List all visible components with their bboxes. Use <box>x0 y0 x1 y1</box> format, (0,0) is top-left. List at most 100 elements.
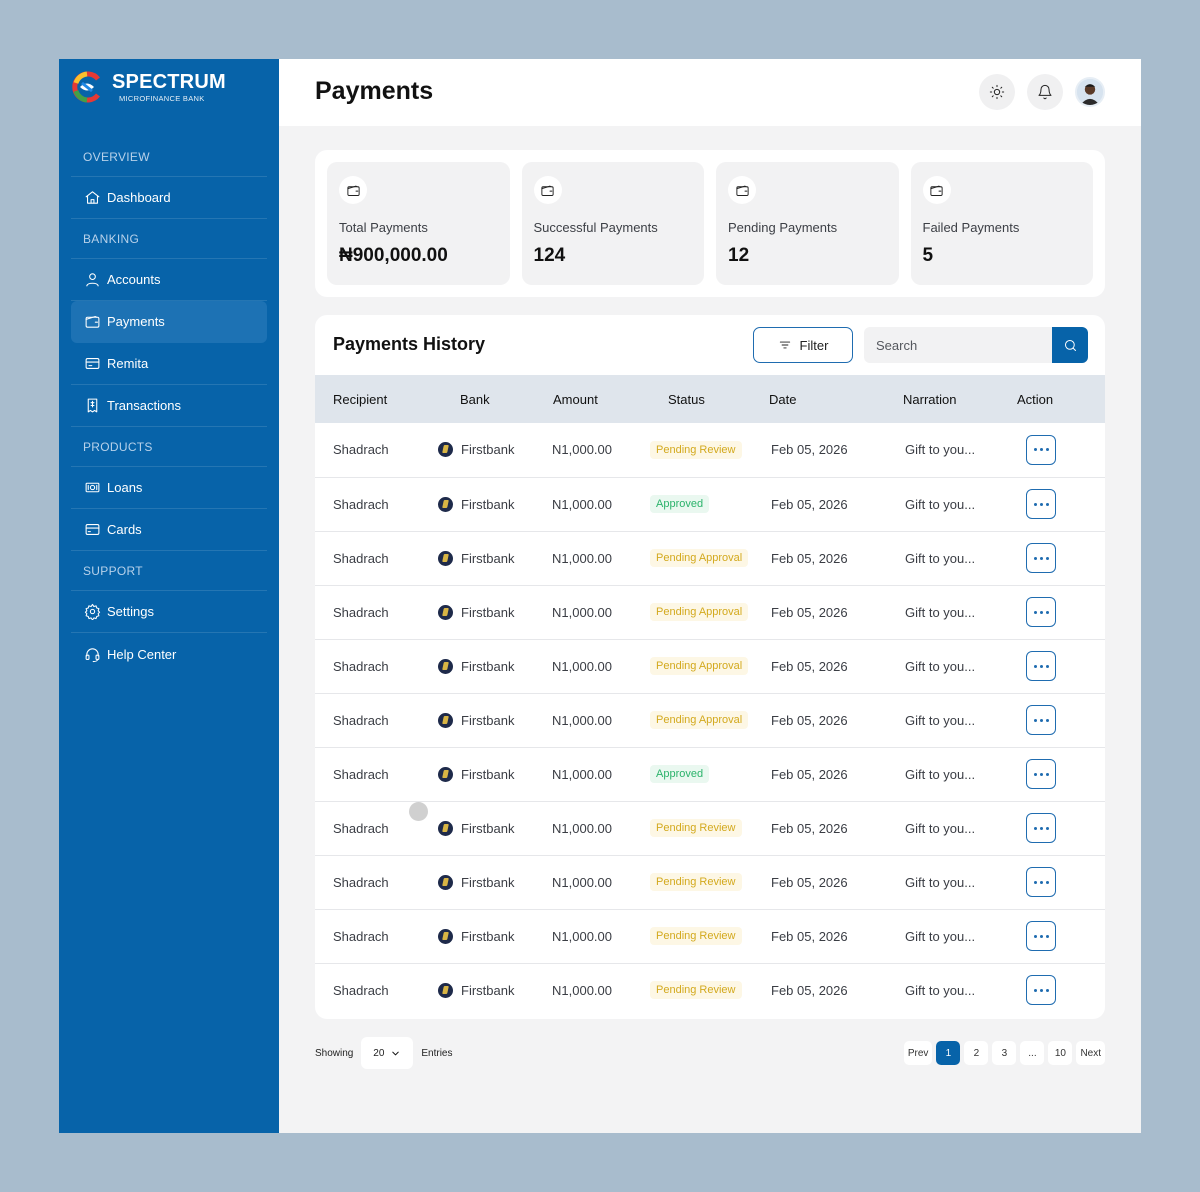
amount-cell: N1,000.00 <box>552 496 612 512</box>
action-cell <box>1013 639 1105 693</box>
notifications-button[interactable] <box>1027 74 1063 110</box>
nav-section-title: PRODUCTS <box>71 427 267 467</box>
sidebar-item-payments[interactable]: Payments <box>71 301 267 343</box>
recipient-cell: Shadrach <box>333 928 389 944</box>
firstbank-logo-icon <box>438 928 453 944</box>
stat-card-failed-payments: Failed Payments 5 <box>910 162 1093 285</box>
row-actions-button[interactable] <box>1026 813 1056 843</box>
table-row[interactable]: Shadrach Firstbank N1,000.00 Approved Fe… <box>315 477 1105 531</box>
more-dots-icon <box>1033 664 1037 668</box>
table-row[interactable]: Shadrach Firstbank N1,000.00 Pending App… <box>315 693 1105 747</box>
narration-cell: Gift to you... <box>905 550 976 566</box>
table-row[interactable]: Shadrach Firstbank N1,000.00 Pending App… <box>315 531 1105 585</box>
bank-cell: Firstbank <box>438 747 535 801</box>
entries-label: Entries <box>421 1047 453 1059</box>
row-actions-button[interactable] <box>1026 759 1056 789</box>
sidebar-item-settings[interactable]: Settings <box>71 591 267 633</box>
sidebar-item-label: Accounts <box>107 272 161 287</box>
credit-card-icon <box>83 521 101 539</box>
firstbank-logo-icon <box>438 658 453 674</box>
table-footer: Showing 20 Entries Prev 1 2 3... 10 Next <box>315 1037 1105 1069</box>
row-actions-button[interactable] <box>1026 597 1056 627</box>
sidebar-item-help-center[interactable]: Help Center <box>71 633 267 675</box>
row-actions-button[interactable] <box>1026 434 1056 465</box>
row-actions-button[interactable] <box>1026 975 1056 1006</box>
recipient-cell: Shadrach <box>333 550 389 566</box>
recipient-cell: Shadrach <box>333 496 389 512</box>
page-10-button[interactable]: 10 <box>1048 1041 1073 1065</box>
bank-name: Firstbank <box>461 496 515 512</box>
column-header-date: Date <box>769 391 797 407</box>
table-row[interactable]: Shadrach Firstbank N1,000.00 Approved Fe… <box>315 747 1105 801</box>
row-actions-button[interactable] <box>1026 705 1056 735</box>
row-actions-button[interactable] <box>1026 489 1056 519</box>
column-header-narration: Narration <box>903 391 957 407</box>
avatar[interactable] <box>1075 77 1105 107</box>
prev-page-button[interactable]: Prev <box>903 1041 933 1065</box>
payments-history-title: Payments History <box>333 334 486 354</box>
table-row[interactable]: Shadrach Firstbank N1,000.00 Pending Rev… <box>315 909 1105 963</box>
date-cell: Feb 05, 2026 <box>771 496 848 512</box>
more-dots-icon <box>1033 826 1037 830</box>
bank-name: Firstbank <box>461 766 515 782</box>
sidebar-item-accounts[interactable]: Accounts <box>71 259 267 301</box>
status-badge: Pending Approval <box>650 603 749 621</box>
sidebar-item-dashboard[interactable]: Dashboard <box>71 177 267 219</box>
sidebar-item-remita[interactable]: Remita <box>71 343 267 385</box>
bank-cell: Firstbank <box>438 855 535 909</box>
status-cell: Pending Approval <box>650 531 755 585</box>
next-page-button[interactable]: Next <box>1076 1041 1105 1065</box>
row-actions-button[interactable] <box>1026 651 1056 681</box>
narration-cell: Gift to you... <box>905 820 976 836</box>
table-row[interactable]: Shadrach Firstbank N1,000.00 Pending Rev… <box>315 423 1105 477</box>
search-input[interactable] <box>864 327 1052 363</box>
narration-cell: Gift to you... <box>905 442 976 458</box>
search-button[interactable] <box>1052 327 1088 363</box>
narration-cell: Gift to you... <box>905 982 976 998</box>
amount-cell: N1,000.00 <box>552 658 612 674</box>
stat-value: 5 <box>922 245 934 266</box>
sidebar-item-transactions[interactable]: Transactions <box>71 385 267 427</box>
column-header-bank: Bank <box>460 391 490 407</box>
sidebar-item-label: Transactions <box>107 398 181 413</box>
filter-button[interactable]: Filter <box>753 327 853 363</box>
more-dots-icon <box>1033 502 1037 506</box>
sidebar-item-cards[interactable]: Cards <box>71 509 267 551</box>
more-dots-icon <box>1033 880 1037 884</box>
bank-cell: Firstbank <box>438 639 535 693</box>
sidebar-item-label: Settings <box>107 604 154 619</box>
date-cell: Feb 05, 2026 <box>771 604 848 620</box>
column-header-amount: Amount <box>553 391 598 407</box>
wallet-icon <box>83 313 101 331</box>
row-actions-button[interactable] <box>1026 867 1056 897</box>
theme-toggle-button[interactable] <box>979 74 1015 110</box>
bank-cell: Firstbank <box>438 423 535 477</box>
column-header-recipient: Recipient <box>333 391 388 407</box>
status-cell: Pending Review <box>650 963 755 1017</box>
page-1-button[interactable]: 1 <box>936 1041 961 1065</box>
page-3-button[interactable]: 3 <box>992 1041 1017 1065</box>
recipient-cell: Shadrach <box>333 658 389 674</box>
entries-select[interactable]: 20 <box>361 1037 414 1069</box>
sidebar-item-loans[interactable]: Loans <box>71 467 267 509</box>
receipt-icon <box>83 397 101 415</box>
table-row[interactable]: Shadrach Firstbank N1,000.00 Pending App… <box>315 585 1105 639</box>
page-2-button[interactable]: 2 <box>964 1041 989 1065</box>
row-actions-button[interactable] <box>1026 543 1056 573</box>
table-row[interactable]: Shadrach Firstbank N1,000.00 Pending Rev… <box>315 855 1105 909</box>
sidebar-item-label: Dashboard <box>107 190 171 205</box>
more-dots-icon <box>1033 718 1037 722</box>
status-cell: Pending Review <box>650 855 755 909</box>
table-row[interactable]: Shadrach Firstbank N1,000.00 Pending Rev… <box>315 963 1105 1017</box>
card-icon <box>83 355 101 373</box>
table-row[interactable]: Shadrach Firstbank N1,000.00 Pending App… <box>315 639 1105 693</box>
brand-logo[interactable]: SPECTRUM MICROFINANCE BANK <box>70 70 226 104</box>
date-cell: Feb 05, 2026 <box>771 658 848 674</box>
row-actions-button[interactable] <box>1026 921 1056 951</box>
status-badge: Pending Approval <box>650 711 749 729</box>
user-icon <box>83 271 101 289</box>
more-dots-icon <box>1033 934 1037 938</box>
table-row[interactable]: Shadrach Firstbank N1,000.00 Pending Rev… <box>315 801 1105 855</box>
status-cell: Approved <box>650 477 755 531</box>
status-cell: Pending Review <box>650 801 755 855</box>
